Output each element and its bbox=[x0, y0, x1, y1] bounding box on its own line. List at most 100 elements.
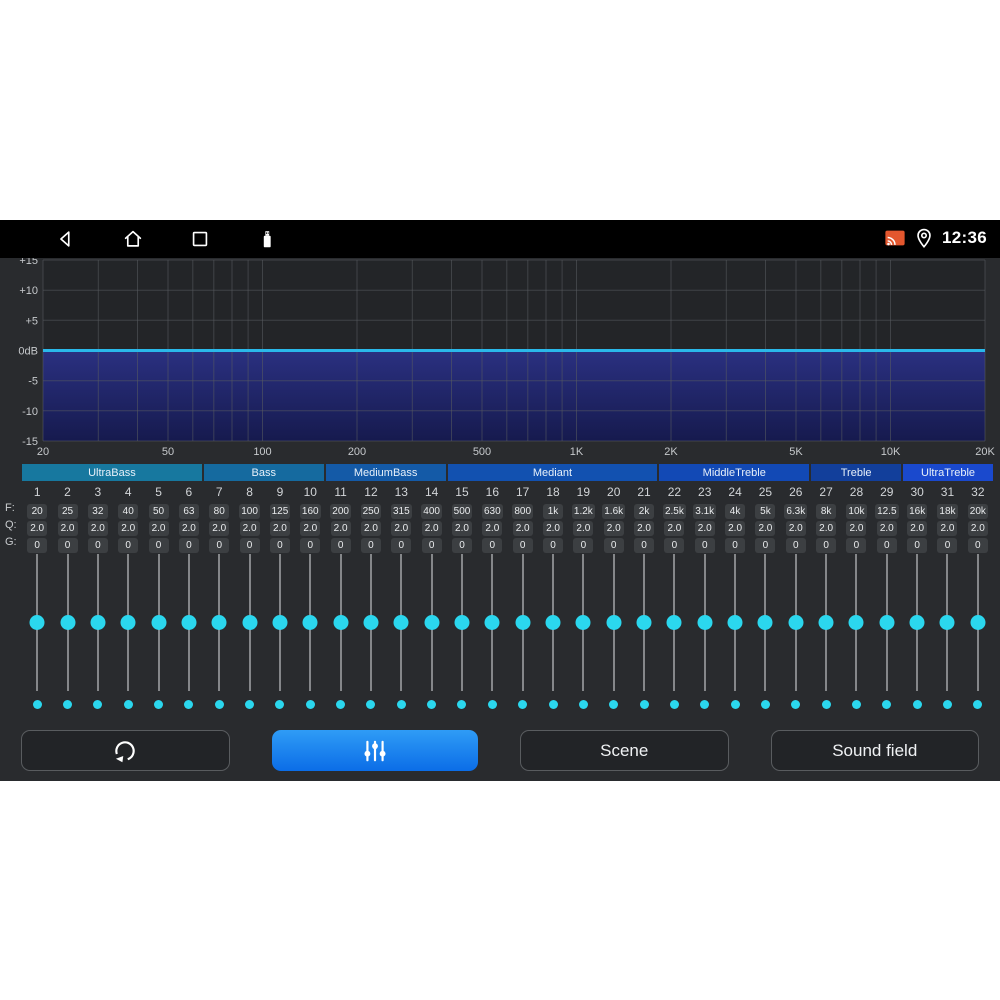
gain-slider[interactable] bbox=[204, 554, 234, 691]
q-value-chip[interactable]: 2.0 bbox=[451, 521, 472, 536]
gain-slider[interactable] bbox=[872, 554, 902, 691]
f-value-chip[interactable]: 63 bbox=[178, 504, 199, 519]
slider-knob[interactable] bbox=[302, 615, 318, 630]
f-value-chip[interactable]: 2k bbox=[634, 504, 655, 519]
f-value-chip[interactable]: 250 bbox=[360, 504, 382, 519]
q-value-chip[interactable]: 2.0 bbox=[391, 521, 412, 536]
gain-slider[interactable] bbox=[720, 554, 750, 691]
gain-slider[interactable] bbox=[325, 554, 355, 691]
g-value-chip[interactable]: 0 bbox=[421, 538, 442, 553]
f-value-chip[interactable]: 160 bbox=[299, 504, 321, 519]
gain-slider[interactable] bbox=[599, 554, 629, 691]
slider-knob[interactable] bbox=[757, 615, 773, 630]
q-value-chip[interactable]: 2.0 bbox=[543, 521, 564, 536]
gain-slider[interactable] bbox=[113, 554, 143, 691]
slider-knob[interactable] bbox=[333, 615, 349, 630]
slider-knob[interactable] bbox=[151, 615, 167, 630]
slider-knob[interactable] bbox=[666, 615, 682, 630]
g-value-chip[interactable]: 0 bbox=[967, 538, 988, 553]
gain-slider[interactable] bbox=[811, 554, 841, 691]
f-value-chip[interactable]: 12.5 bbox=[875, 504, 899, 519]
f-value-chip[interactable]: 10k bbox=[846, 504, 867, 519]
f-value-chip[interactable]: 1.2k bbox=[571, 504, 595, 519]
g-value-chip[interactable]: 0 bbox=[785, 538, 806, 553]
gain-slider[interactable] bbox=[295, 554, 325, 691]
g-value-chip[interactable]: 0 bbox=[148, 538, 169, 553]
f-value-chip[interactable]: 125 bbox=[269, 504, 291, 519]
gain-slider[interactable] bbox=[356, 554, 386, 691]
g-value-chip[interactable]: 0 bbox=[573, 538, 594, 553]
slider-knob[interactable] bbox=[970, 615, 986, 630]
q-value-chip[interactable]: 2.0 bbox=[421, 521, 442, 536]
q-value-chip[interactable]: 2.0 bbox=[209, 521, 230, 536]
q-value-chip[interactable]: 2.0 bbox=[512, 521, 533, 536]
q-value-chip[interactable]: 2.0 bbox=[269, 521, 290, 536]
reset-button[interactable] bbox=[21, 730, 230, 771]
slider-knob[interactable] bbox=[515, 615, 531, 630]
gain-slider[interactable] bbox=[690, 554, 720, 691]
band-mediant[interactable]: Mediant bbox=[447, 464, 658, 481]
f-value-chip[interactable]: 2.5k bbox=[662, 504, 686, 519]
band-ultratreble[interactable]: UltraTreble bbox=[903, 464, 993, 481]
q-value-chip[interactable]: 2.0 bbox=[27, 521, 48, 536]
equalizer-button[interactable] bbox=[271, 730, 478, 771]
f-value-chip[interactable]: 500 bbox=[451, 504, 473, 519]
gain-slider[interactable] bbox=[963, 554, 993, 691]
scene-button[interactable]: Scene bbox=[520, 730, 729, 771]
g-value-chip[interactable]: 0 bbox=[87, 538, 108, 553]
f-value-chip[interactable]: 20 bbox=[27, 504, 48, 519]
f-value-chip[interactable]: 20k bbox=[967, 504, 988, 519]
g-value-chip[interactable]: 0 bbox=[664, 538, 685, 553]
slider-knob[interactable] bbox=[636, 615, 652, 630]
q-value-chip[interactable]: 2.0 bbox=[603, 521, 624, 536]
f-value-chip[interactable]: 3.1k bbox=[693, 504, 717, 519]
f-value-chip[interactable]: 5k bbox=[755, 504, 776, 519]
slider-knob[interactable] bbox=[575, 615, 591, 630]
g-value-chip[interactable]: 0 bbox=[634, 538, 655, 553]
f-value-chip[interactable]: 80 bbox=[209, 504, 230, 519]
g-value-chip[interactable]: 0 bbox=[876, 538, 897, 553]
band-middletreble[interactable]: MiddleTreble bbox=[659, 464, 810, 481]
gain-slider[interactable] bbox=[568, 554, 598, 691]
home-icon[interactable] bbox=[122, 228, 144, 250]
q-value-chip[interactable]: 2.0 bbox=[300, 521, 321, 536]
slider-knob[interactable] bbox=[879, 615, 895, 630]
slider-knob[interactable] bbox=[818, 615, 834, 630]
slider-knob[interactable] bbox=[120, 615, 136, 630]
q-value-chip[interactable]: 2.0 bbox=[937, 521, 958, 536]
gain-slider[interactable] bbox=[538, 554, 568, 691]
gain-slider[interactable] bbox=[659, 554, 689, 691]
gain-slider[interactable] bbox=[234, 554, 264, 691]
gain-slider[interactable] bbox=[477, 554, 507, 691]
q-value-chip[interactable]: 2.0 bbox=[967, 521, 988, 536]
q-value-chip[interactable]: 2.0 bbox=[57, 521, 78, 536]
q-value-chip[interactable]: 2.0 bbox=[755, 521, 776, 536]
q-value-chip[interactable]: 2.0 bbox=[694, 521, 715, 536]
q-value-chip[interactable]: 2.0 bbox=[664, 521, 685, 536]
g-value-chip[interactable]: 0 bbox=[239, 538, 260, 553]
slider-knob[interactable] bbox=[909, 615, 925, 630]
g-value-chip[interactable]: 0 bbox=[816, 538, 837, 553]
q-value-chip[interactable]: 2.0 bbox=[785, 521, 806, 536]
gain-slider[interactable] bbox=[781, 554, 811, 691]
slider-knob[interactable] bbox=[393, 615, 409, 630]
slider-knob[interactable] bbox=[211, 615, 227, 630]
g-value-chip[interactable]: 0 bbox=[725, 538, 746, 553]
slider-knob[interactable] bbox=[242, 615, 258, 630]
g-value-chip[interactable]: 0 bbox=[178, 538, 199, 553]
f-value-chip[interactable]: 32 bbox=[87, 504, 108, 519]
q-value-chip[interactable]: 2.0 bbox=[178, 521, 199, 536]
q-value-chip[interactable]: 2.0 bbox=[239, 521, 260, 536]
q-value-chip[interactable]: 2.0 bbox=[573, 521, 594, 536]
gain-slider[interactable] bbox=[143, 554, 173, 691]
gain-slider[interactable] bbox=[386, 554, 416, 691]
q-value-chip[interactable]: 2.0 bbox=[118, 521, 139, 536]
slider-knob[interactable] bbox=[697, 615, 713, 630]
g-value-chip[interactable]: 0 bbox=[755, 538, 776, 553]
g-value-chip[interactable]: 0 bbox=[57, 538, 78, 553]
gain-slider[interactable] bbox=[629, 554, 659, 691]
g-value-chip[interactable]: 0 bbox=[694, 538, 715, 553]
q-value-chip[interactable]: 2.0 bbox=[846, 521, 867, 536]
f-value-chip[interactable]: 6.3k bbox=[784, 504, 808, 519]
gain-slider[interactable] bbox=[841, 554, 871, 691]
